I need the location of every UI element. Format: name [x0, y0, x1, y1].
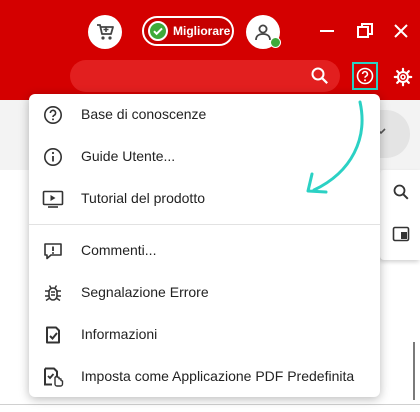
- cart-icon: [97, 24, 114, 40]
- panel-icon: [392, 226, 410, 242]
- help-button[interactable]: [352, 62, 378, 90]
- help-icon: [356, 67, 374, 85]
- info-icon: [42, 146, 64, 168]
- menu-item-label: Informazioni: [81, 326, 158, 342]
- cart-button[interactable]: [88, 15, 122, 49]
- help-circle-icon: [42, 104, 64, 126]
- side-panel-toggle-button[interactable]: [391, 224, 411, 244]
- menu-item-label: Commenti...: [81, 242, 157, 258]
- online-status-dot: [270, 37, 281, 48]
- menu-item-label: Base di conoscenze: [81, 106, 207, 122]
- menu-item-label: Guide Utente...: [81, 148, 176, 164]
- feedback-icon: [42, 240, 64, 262]
- about-icon: [42, 324, 64, 346]
- bug-icon: [42, 282, 64, 304]
- restore-icon: [357, 23, 373, 38]
- menu-item-label: Imposta come Applicazione PDF Predefinit…: [81, 368, 355, 384]
- close-button[interactable]: [388, 18, 414, 44]
- default-app-icon: [42, 366, 64, 388]
- menu-item-label: Tutorial del prodotto: [81, 190, 205, 206]
- search-input[interactable]: [70, 60, 340, 92]
- menu-item-label: Segnalazione Errore: [81, 284, 209, 300]
- side-search-button[interactable]: [391, 182, 411, 202]
- menu-item-product-tutorial[interactable]: Tutorial del prodotto: [29, 180, 380, 216]
- upgrade-label: Migliorare: [173, 24, 231, 38]
- divider: [0, 404, 420, 405]
- scrollbar[interactable]: [413, 342, 415, 400]
- help-menu: Base di conoscenze Guide Utente... Tutor…: [29, 94, 380, 397]
- menu-divider: [29, 224, 380, 225]
- settings-button[interactable]: [390, 64, 416, 90]
- gear-icon: [393, 67, 413, 87]
- search-icon[interactable]: [310, 66, 330, 86]
- close-icon: [394, 24, 408, 38]
- upgrade-button[interactable]: Migliorare: [142, 16, 234, 46]
- menu-item-knowledge-base[interactable]: Base di conoscenze: [29, 96, 380, 132]
- play-video-icon: [42, 188, 64, 210]
- search-icon: [393, 184, 409, 200]
- menu-item-about[interactable]: Informazioni: [29, 316, 380, 352]
- minimize-icon: [320, 30, 334, 32]
- menu-item-feedback[interactable]: Commenti...: [29, 232, 380, 268]
- minimize-button[interactable]: [314, 18, 340, 44]
- restore-button[interactable]: [352, 18, 378, 44]
- menu-item-set-default-pdf-app[interactable]: Imposta come Applicazione PDF Predefinit…: [29, 358, 380, 394]
- menu-item-report-bug[interactable]: Segnalazione Errore: [29, 274, 380, 310]
- menu-item-user-guides[interactable]: Guide Utente...: [29, 138, 380, 174]
- avatar[interactable]: [246, 15, 281, 49]
- check-circle-icon: [148, 21, 168, 41]
